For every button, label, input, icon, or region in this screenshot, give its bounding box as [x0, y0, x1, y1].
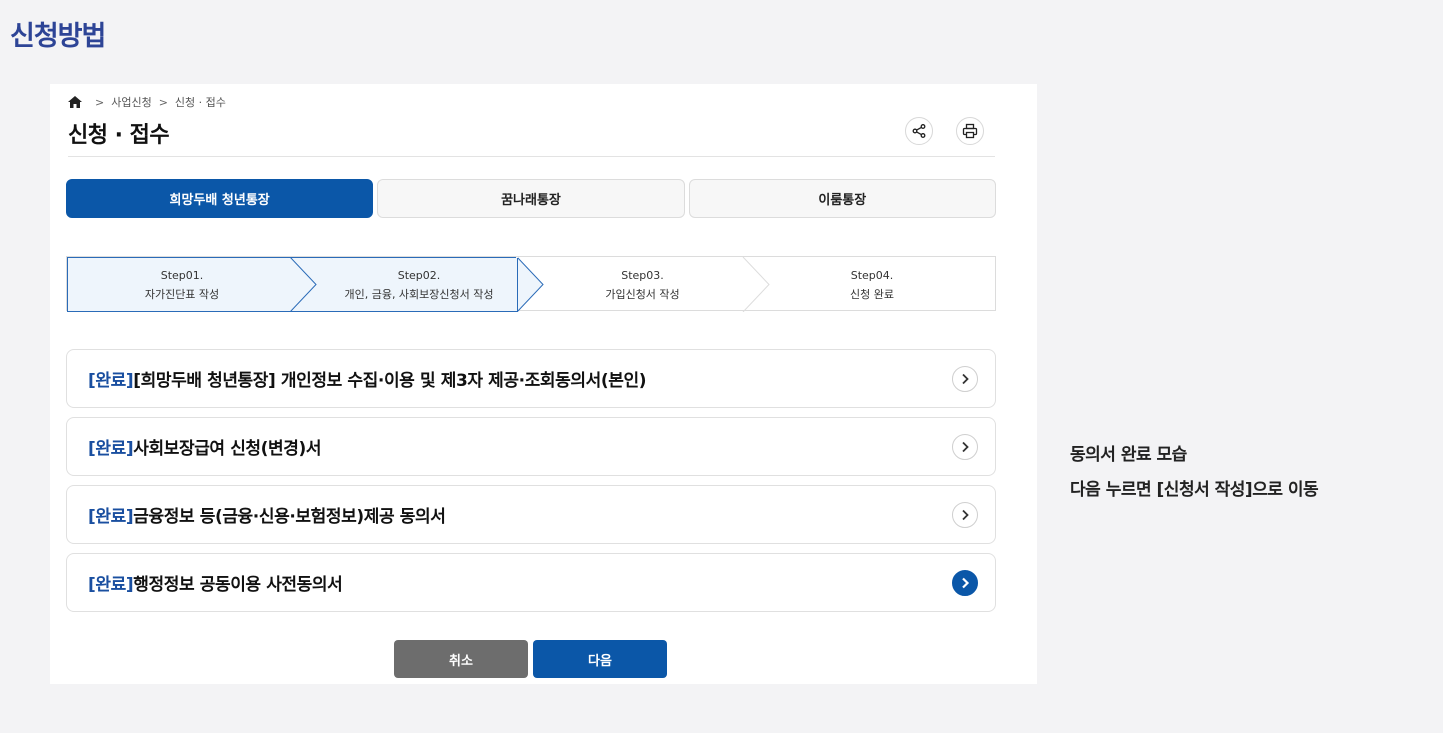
breadcrumb-item-apply[interactable]: 신청 · 접수 [175, 94, 226, 110]
consent-title: 금융정보 등(금융·신용·보험정보)제공 동의서 [133, 507, 446, 527]
annotation-note: 동의서 완료 모습 다음 누르면 [신청서 작성]으로 이동 [1070, 438, 1319, 508]
chevron-right-icon[interactable] [952, 502, 978, 528]
step-3-label: 가입신청서 작성 [605, 288, 680, 301]
tab-hope-double[interactable]: 희망두배 청년통장 [66, 179, 374, 218]
breadcrumb-separator: > [158, 95, 168, 109]
breadcrumb-item-business[interactable]: 사업신청 [111, 94, 151, 110]
chevron-right-icon[interactable] [952, 570, 978, 596]
title-divider [68, 156, 995, 157]
note-line-2: 다음 누르면 [신청서 작성]으로 이동 [1070, 480, 1319, 500]
consent-status: [완료] [88, 507, 134, 527]
step-indicator: Step01. 자가진단표 작성 Step02. 개인, 금융, 사회보장신청서… [66, 256, 996, 312]
share-icon [912, 124, 926, 138]
slide-title: 신청방법 [10, 21, 106, 52]
chevron-right-icon[interactable] [952, 366, 978, 392]
consent-status: [완료] [88, 575, 134, 595]
step-1-number: Step01. [160, 269, 204, 282]
print-button[interactable] [956, 117, 984, 145]
consent-title: 사회보장급여 신청(변경)서 [133, 439, 322, 459]
tab-dream-wing[interactable]: 꿈나래통장 [377, 179, 685, 218]
step-3: Step03. 가입신청서 작성 [535, 266, 750, 304]
breadcrumb-separator: > [95, 95, 105, 109]
step-3-number: Step03. [621, 269, 664, 282]
print-icon [962, 123, 978, 139]
consent-title: 행정정보 공동이용 사전동의서 [133, 575, 343, 595]
consent-item-text: [완료]행정정보 공동이용 사전동의서 [88, 570, 343, 595]
consent-status: [완료] [88, 439, 134, 459]
step-1-label: 자가진단표 작성 [144, 288, 220, 301]
consent-item-financial-info[interactable]: [완료]금융정보 등(금융·신용·보험정보)제공 동의서 [66, 485, 996, 544]
tab-achieve[interactable]: 이룸통장 [688, 179, 996, 218]
consent-item-personal-info[interactable]: [완료][희망두배 청년통장] 개인정보 수집·이용 및 제3자 제공·조회동의… [66, 349, 996, 408]
consent-item-text: [완료]금융정보 등(금융·신용·보험정보)제공 동의서 [88, 502, 446, 527]
application-panel: > 사업신청 > 신청 · 접수 신청 · 접수 희망두배 청년통장 꿈나래통장… [50, 84, 1037, 684]
cancel-button[interactable]: 취소 [394, 640, 528, 678]
step-4-label: 신청 완료 [850, 288, 894, 301]
next-button[interactable]: 다음 [533, 640, 667, 678]
consent-item-text: [완료][희망두배 청년통장] 개인정보 수집·이용 및 제3자 제공·조회동의… [88, 366, 646, 391]
consent-status: [완료] [88, 371, 134, 391]
page-title: 신청 · 접수 [68, 123, 170, 148]
breadcrumb: > 사업신청 > 신청 · 접수 [68, 94, 226, 110]
home-icon[interactable] [68, 96, 82, 108]
step-2-number: Step02. [397, 269, 441, 282]
program-tabs: 희망두배 청년통장 꿈나래통장 이룸통장 [66, 179, 996, 218]
step-2: Step02. 개인, 금융, 사회보장신청서 작성 [299, 266, 539, 304]
step-1: Step01. 자가진단표 작성 [67, 266, 297, 304]
note-line-1: 동의서 완료 모습 [1070, 445, 1187, 465]
step-2-label: 개인, 금융, 사회보장신청서 작성 [344, 288, 494, 301]
consent-item-text: [완료]사회보장급여 신청(변경)서 [88, 434, 322, 459]
consent-title: [희망두배 청년통장] 개인정보 수집·이용 및 제3자 제공·조회동의서(본인… [133, 371, 647, 391]
consent-item-social-security[interactable]: [완료]사회보장급여 신청(변경)서 [66, 417, 996, 476]
chevron-right-icon[interactable] [952, 434, 978, 460]
step-4-number: Step04. [850, 269, 894, 282]
step-4: Step04. 신청 완료 [757, 266, 987, 304]
consent-item-admin-info[interactable]: [완료]행정정보 공동이용 사전동의서 [66, 553, 996, 612]
share-button[interactable] [905, 117, 933, 145]
